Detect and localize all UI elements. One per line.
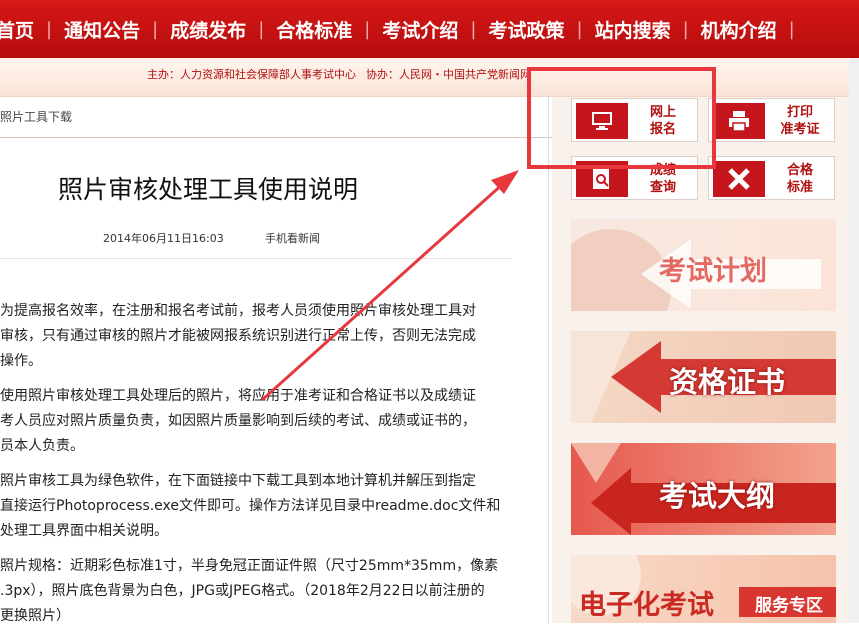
annotation-arrow: [260, 170, 519, 402]
